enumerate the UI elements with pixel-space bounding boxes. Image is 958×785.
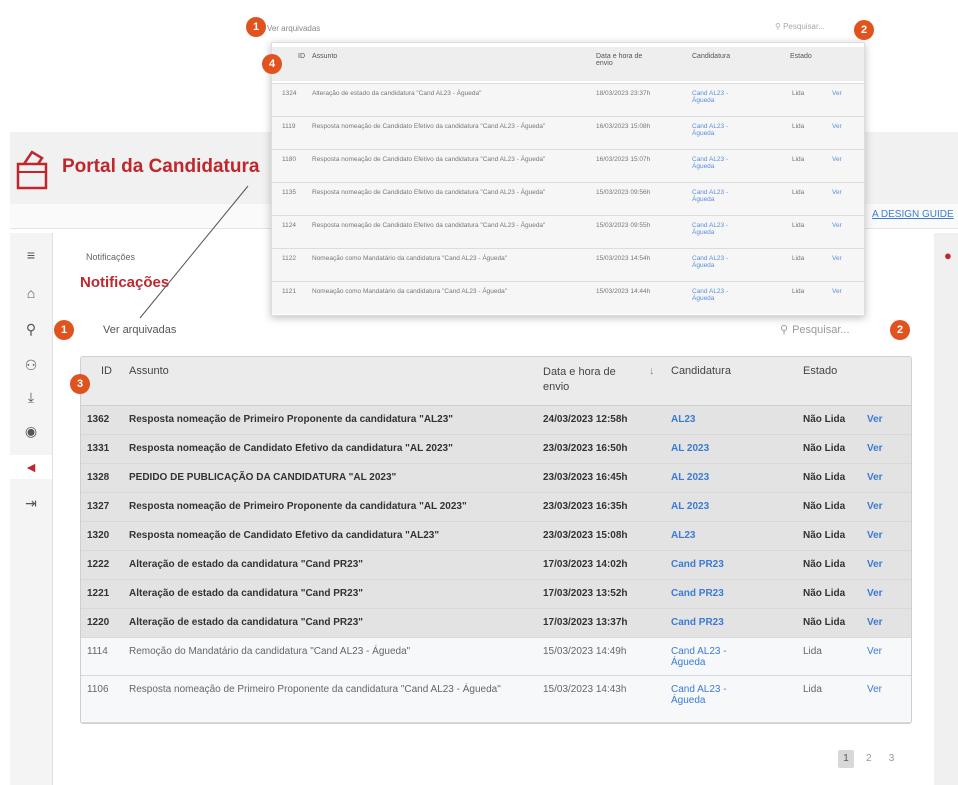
zoom-cell-date: 16/03/2023 15:08h	[596, 123, 651, 130]
zoom-cell-date: 15/03/2023 09:56h	[596, 189, 651, 196]
zoom-cell-candidacy: Cand AL23 - Águeda	[692, 255, 729, 269]
zoom-table-row: 1121 Nomeação como Mandatário da candidat…	[272, 281, 864, 314]
annotation-badge-3: 3	[70, 374, 90, 394]
zoom-table-row: 1122 Nomeação como Mandatário da candidat…	[272, 248, 864, 281]
zoom-cell-date: 15/03/2023 09:55h	[596, 222, 651, 229]
zoom-cell-subject: Resposta nomeação de Candidato Efetivo d…	[312, 189, 546, 196]
zoom-view-link: Ver	[832, 123, 842, 130]
zoom-cell-candidacy: Cand AL23 - Águeda	[692, 123, 729, 137]
zoom-cell-candidacy: Cand AL23 - Águeda	[692, 90, 729, 104]
zoom-table-row: 1124 Resposta nomeação de Candidato Efeti…	[272, 215, 864, 248]
zoom-cell-id: 1324	[282, 90, 297, 97]
zoom-cell-subject: Nomeação como Mandatário da candidatura …	[312, 288, 508, 295]
annotation-badge-2: 2	[890, 320, 910, 340]
zoom-cell-subject: Resposta nomeação de Candidato Efetivo d…	[312, 156, 546, 163]
zoom-view-link: Ver	[832, 255, 842, 262]
zoom-table-header: ID Assunto Data e hora de envio Candidat…	[272, 47, 864, 81]
zoom-cell-candidacy: Cand AL23 - Águeda	[692, 222, 729, 236]
annotation-badge-4: 4	[262, 54, 282, 74]
zoom-view-link: Ver	[832, 156, 842, 163]
zoom-view-link: Ver	[832, 90, 842, 97]
zoom-cell-subject: Resposta nomeação de Candidato Efetivo d…	[312, 222, 546, 229]
zoom-column-subject: Assunto	[312, 53, 338, 60]
zoom-table-row: 1135 Resposta nomeação de Candidato Efeti…	[272, 182, 864, 215]
zoom-cell-state: Lida	[792, 288, 805, 295]
zoom-cell-state: Lida	[792, 222, 805, 229]
zoom-cell-id: 1122	[282, 255, 296, 262]
zoom-view-link: Ver	[832, 288, 842, 295]
zoom-table-row: 1324 Alteração de estado da candidatura "…	[272, 83, 864, 116]
zoom-table-row: 1119 Resposta nomeação de Candidato Efeti…	[272, 116, 864, 149]
zoom-column-id: ID	[298, 53, 305, 60]
zoom-table-row: 1180 Resposta nomeação de Candidato Efeti…	[272, 149, 864, 182]
zoom-cell-date: 16/03/2023 15:07h	[596, 156, 651, 163]
zoom-search-placeholder: Pesquisar...	[783, 22, 825, 31]
zoomed-inset-panel: ID Assunto Data e hora de envio Candidat…	[271, 42, 865, 316]
zoom-cell-candidacy: Cand AL23 - Águeda	[692, 189, 729, 203]
zoom-cell-id: 1180	[282, 156, 296, 163]
zoom-cell-subject: Nomeação como Mandatário da candidatura …	[312, 255, 508, 262]
zoom-cell-id: 1135	[282, 189, 296, 196]
annotation-badge-1: 1	[54, 320, 74, 340]
zoom-cell-id: 1124	[282, 222, 296, 229]
annotation-badge-2: 2	[854, 20, 874, 40]
zoom-cell-subject: Resposta nomeação de Candidato Efetivo d…	[312, 123, 546, 130]
zoom-cell-candidacy: Cand AL23 - Águeda	[692, 156, 729, 170]
zoom-view-link: Ver	[832, 222, 842, 229]
zoom-column-state: Estado	[790, 53, 812, 60]
zoom-cell-id: 1121	[282, 288, 296, 295]
zoom-search-input: ⚲ Pesquisar...	[775, 22, 825, 31]
zoom-cell-date: 15/03/2023 14:44h	[596, 288, 651, 295]
zoom-cell-state: Lida	[792, 123, 805, 130]
zoom-view-archived-link: ✓ Ver arquivadas	[258, 24, 320, 33]
zoom-cell-date: 18/03/2023 23:37h	[596, 90, 651, 97]
zoom-cell-candidacy: Cand AL23 - Águeda	[692, 288, 729, 302]
zoom-column-candidacy: Candidatura	[692, 53, 731, 60]
zoom-cell-state: Lida	[792, 255, 805, 262]
zoom-cell-state: Lida	[792, 156, 805, 163]
annotation-badge-1: 1	[246, 17, 266, 37]
zoom-cell-date: 15/03/2023 14:54h	[596, 255, 651, 262]
zoom-cell-state: Lida	[792, 189, 805, 196]
zoom-column-date: Data e hora de envio	[596, 53, 643, 67]
zoom-cell-subject: Alteração de estado da candidatura "Cand…	[312, 90, 482, 97]
zoom-cell-id: 1119	[282, 123, 296, 130]
zoom-view-link: Ver	[832, 189, 842, 196]
zoom-cell-state: Lida	[792, 90, 805, 97]
zoom-archive-label: Ver arquivadas	[266, 24, 321, 33]
